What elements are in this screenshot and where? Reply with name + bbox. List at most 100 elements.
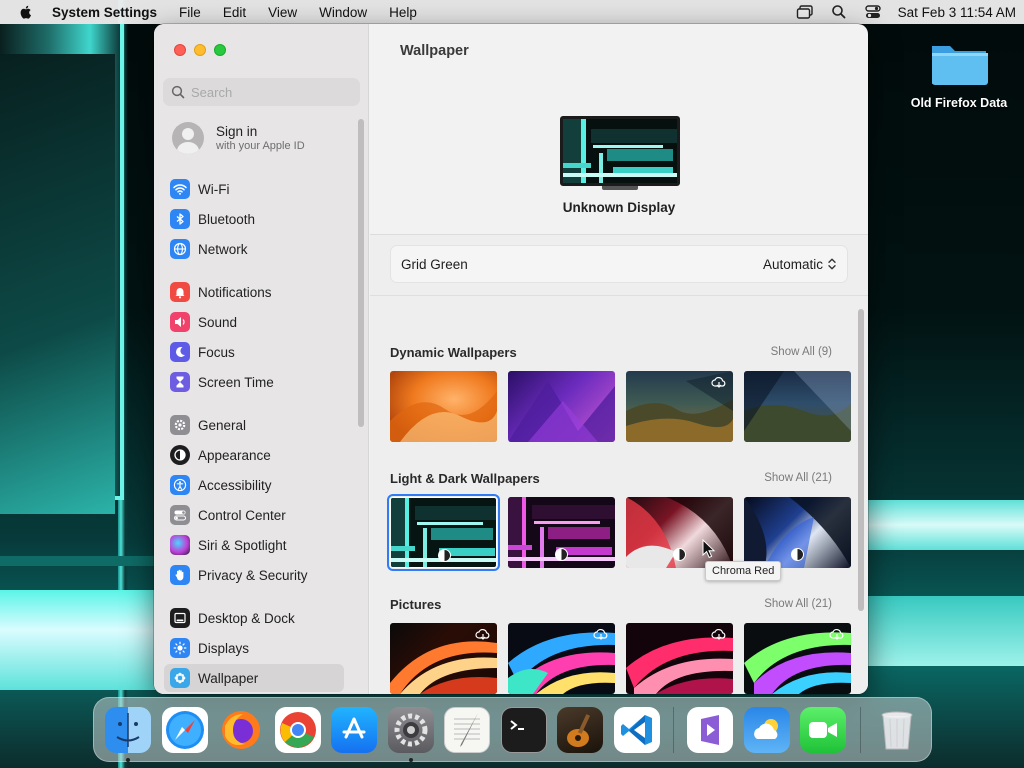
wallpaper-thumbnail[interactable] (744, 371, 851, 442)
wallpaper-thumbnail-chroma-red[interactable] (626, 497, 733, 568)
appearance-mode-popup[interactable]: Automatic (763, 257, 837, 272)
wallpaper-thumbnail[interactable] (626, 623, 733, 694)
wallpaper-strip (0, 556, 160, 566)
folder-icon (929, 38, 989, 88)
search-input[interactable] (191, 84, 351, 100)
chrome-icon[interactable] (274, 706, 321, 753)
textedit-icon[interactable] (444, 706, 491, 753)
light-dark-wallpapers-row (387, 494, 851, 571)
dock-separator (859, 706, 861, 753)
wallpaper-thumbnail-grid-green[interactable] (387, 494, 500, 571)
display-name: Unknown Display (562, 200, 676, 215)
content-pane: Wallpaper Unknown Display Grid Green Aut… (370, 24, 868, 694)
sidebar-item-label: Accessibility (198, 477, 272, 493)
spotlight-search-icon[interactable] (830, 4, 848, 20)
sidebar-item-displays[interactable]: Displays (164, 634, 344, 662)
download-cloud-icon (475, 628, 490, 640)
instruments-icon[interactable] (557, 706, 604, 753)
sidebar-item-label: Wi-Fi (198, 181, 230, 197)
page-title: Wallpaper (400, 43, 469, 59)
light-dark-icon (791, 548, 804, 561)
pictures-row (390, 623, 851, 694)
wallpaper-thumbnail[interactable] (390, 623, 497, 694)
wallpaper-thumbnail[interactable] (626, 371, 733, 442)
sign-in-apple-id[interactable]: Sign in with your Apple ID (172, 122, 305, 154)
wallpaper-thumbnail[interactable] (508, 497, 615, 568)
show-all-light-dark[interactable]: Show All (21) (764, 472, 832, 484)
system-settings-window: Sign in with your Apple ID Wi-Fi Bluetoo… (154, 24, 868, 694)
wallpaper-thumbnail[interactable] (390, 371, 497, 442)
sidebar-item-siri-spotlight[interactable]: Siri & Spotlight (164, 531, 344, 559)
menu-help[interactable]: Help (389, 5, 417, 20)
wallpaper-thumbnail[interactable] (508, 623, 615, 694)
content-scrollbar[interactable] (858, 309, 864, 611)
folder-label: Old Firefox Data (910, 96, 1008, 110)
sidebar-item-accessibility[interactable]: Accessibility (164, 471, 344, 499)
dock-icon (170, 608, 190, 628)
moon-icon (170, 342, 190, 362)
wallpaper-thumbnail[interactable] (508, 371, 615, 442)
wallpaper-icon (170, 668, 190, 688)
show-all-dynamic[interactable]: Show All (9) (771, 346, 832, 358)
menu-clock[interactable]: Sat Feb 3 11:54 AM (898, 5, 1016, 20)
hand-icon (170, 565, 190, 585)
sidebar-item-focus[interactable]: Focus (164, 338, 344, 366)
firefox-icon[interactable] (218, 707, 264, 753)
globe-icon (170, 239, 190, 259)
chevron-updown-icon (828, 258, 836, 270)
menu-file[interactable]: File (179, 5, 201, 20)
sidebar-item-screen-time[interactable]: Screen Time (164, 368, 344, 396)
trash-icon[interactable] (874, 707, 920, 753)
zoom-button[interactable] (214, 44, 226, 56)
terminal-icon[interactable] (500, 706, 547, 753)
toggles-icon (170, 505, 190, 525)
search-field[interactable] (163, 78, 360, 106)
display-thumbnail[interactable] (560, 116, 680, 190)
display-preview: Unknown Display (370, 76, 868, 234)
sidebar-item-control-center[interactable]: Control Center (164, 501, 344, 529)
wallpaper-thumbnail[interactable] (744, 497, 851, 568)
minimize-button[interactable] (194, 44, 206, 56)
sidebar-item-privacy-security[interactable]: Privacy & Security (164, 561, 344, 589)
sidebar-item-bluetooth[interactable]: Bluetooth (164, 205, 344, 233)
sidebar-scrollbar[interactable] (358, 119, 364, 427)
weather-icon[interactable] (743, 706, 790, 753)
sidebar-item-desktop-dock[interactable]: Desktop & Dock (164, 604, 344, 632)
bluetooth-icon (170, 209, 190, 229)
facetime-icon[interactable] (800, 706, 847, 753)
wallpaper-strip (868, 596, 1024, 666)
sidebar-item-label: Focus (198, 344, 235, 360)
desktop-folder[interactable]: Old Firefox Data (906, 38, 1012, 110)
current-wallpaper-name: Grid Green (401, 256, 468, 272)
sidebar-item-network[interactable]: Network (164, 235, 344, 263)
sidebar-item-label: Control Center (198, 507, 286, 523)
visual-studio-icon[interactable] (687, 706, 734, 753)
sidebar-item-wifi[interactable]: Wi-Fi (164, 175, 344, 203)
screen-mirroring-icon[interactable] (796, 4, 814, 20)
wallpaper-strip (868, 500, 1024, 550)
close-button[interactable] (174, 44, 186, 56)
system-settings-icon[interactable] (387, 706, 434, 762)
download-cloud-icon (711, 628, 726, 640)
sidebar-item-notifications[interactable]: Notifications (164, 278, 344, 306)
sidebar: Sign in with your Apple ID Wi-Fi Bluetoo… (154, 24, 369, 694)
menu-edit[interactable]: Edit (223, 5, 246, 20)
sidebar-item-label: Bluetooth (198, 211, 256, 227)
show-all-pictures[interactable]: Show All (21) (764, 598, 832, 610)
menu-app-name[interactable]: System Settings (52, 5, 157, 20)
finder-icon[interactable] (105, 706, 152, 762)
menu-window[interactable]: Window (319, 5, 367, 20)
safari-icon[interactable] (161, 706, 208, 753)
sidebar-item-appearance[interactable]: Appearance (164, 441, 344, 469)
apple-menu-icon[interactable] (18, 4, 34, 20)
sidebar-item-wallpaper[interactable]: Wallpaper (164, 664, 344, 692)
download-cloud-icon (711, 376, 726, 388)
vscode-icon[interactable] (613, 706, 660, 753)
menu-view[interactable]: View (268, 5, 297, 20)
control-center-icon[interactable] (864, 4, 882, 20)
sidebar-item-sound[interactable]: Sound (164, 308, 344, 336)
wallpaper-thumbnail[interactable] (744, 623, 851, 694)
app-store-icon[interactable] (331, 706, 378, 753)
speaker-icon (170, 312, 190, 332)
sidebar-item-general[interactable]: General (164, 411, 344, 439)
